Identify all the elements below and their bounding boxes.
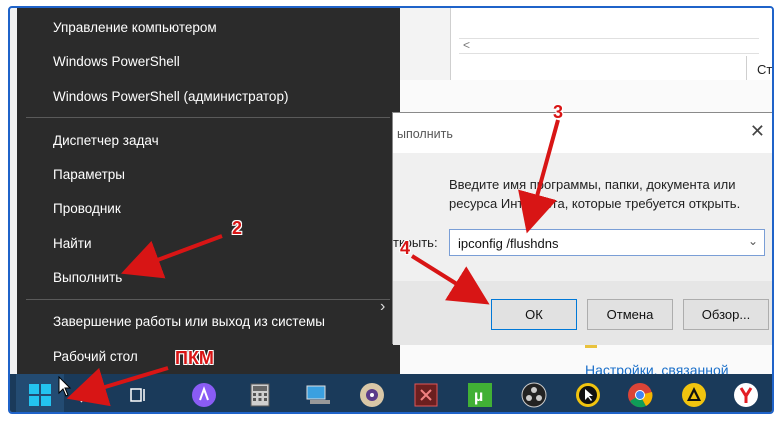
annotation-step-3: 3 (553, 102, 564, 122)
screenshot-frame: < Стр Настройки, связанной Управление ко… (8, 6, 774, 414)
annotation-arrows (66, 119, 560, 407)
arrow-to-start (66, 366, 169, 407)
arrow-to-ok (410, 254, 490, 305)
arrow-to-run (121, 234, 223, 279)
annotation-step-2: 2 (232, 218, 243, 238)
annotation-rmb: ПКМ (175, 348, 214, 368)
arrow-to-input (518, 119, 560, 234)
annotation-step-4: 4 (400, 238, 411, 258)
